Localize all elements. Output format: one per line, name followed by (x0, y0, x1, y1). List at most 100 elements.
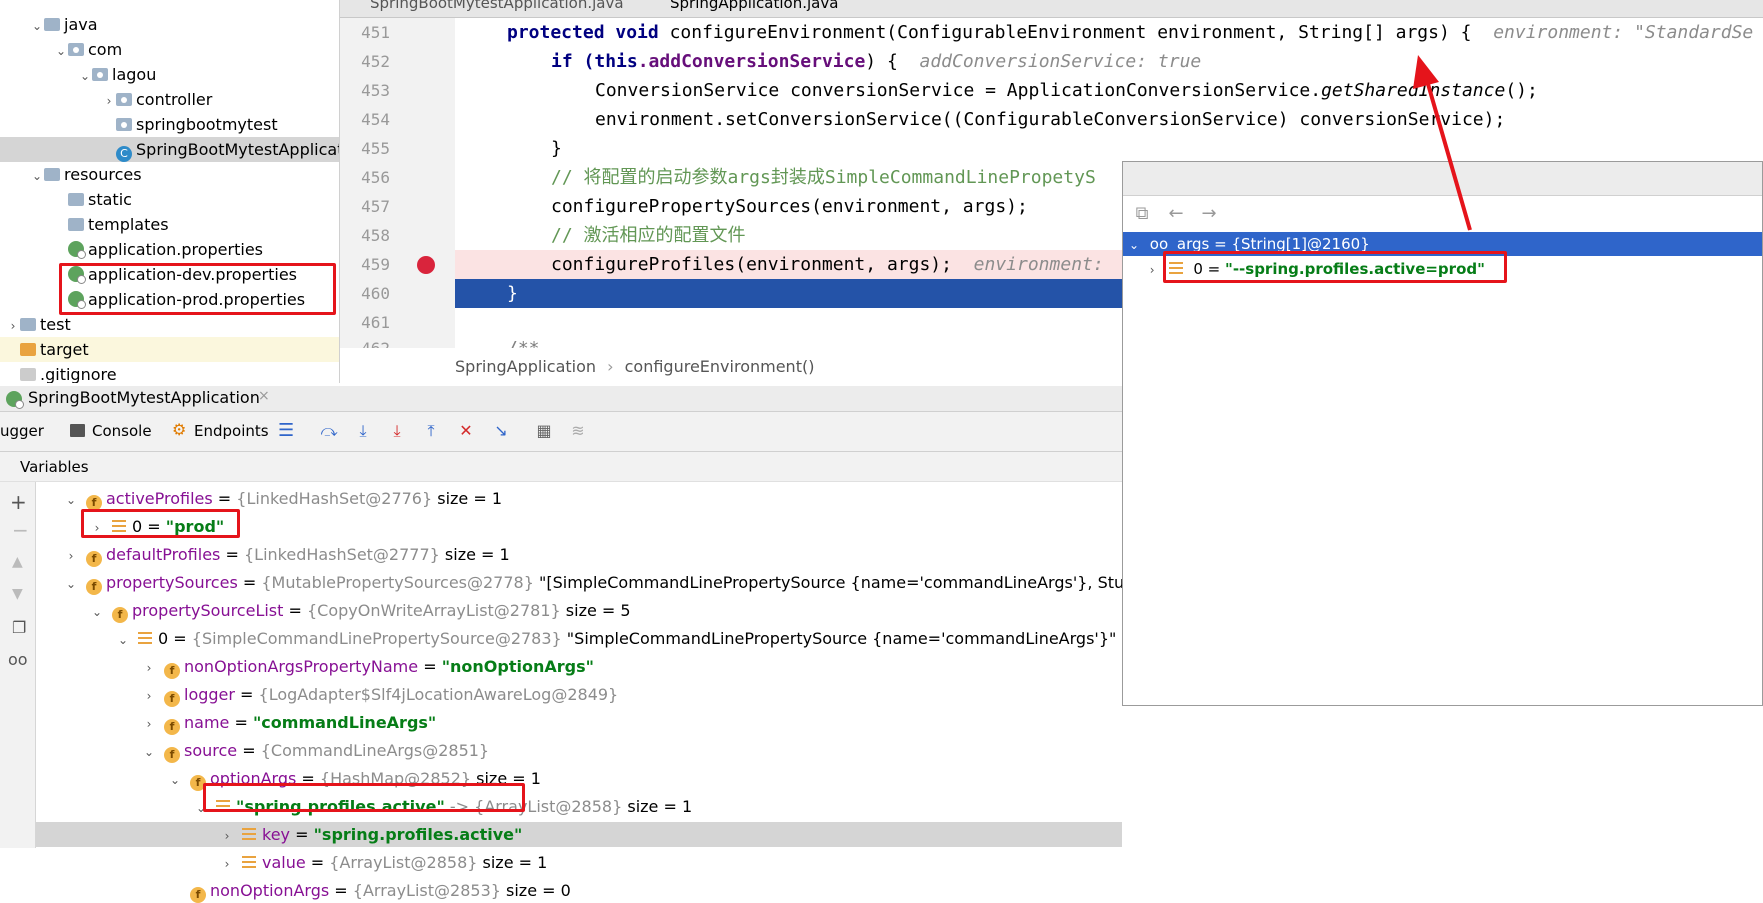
debug-session-tab[interactable]: SpringBootMytestApplication (28, 388, 260, 407)
tree-item[interactable]: ⌄ java (0, 12, 339, 39)
variable-row[interactable]: › value = {ArrayList@2858} size = 1 (36, 850, 1122, 875)
tree-item-label: target (40, 340, 89, 359)
variable-row[interactable]: ⌄ f activeProfiles = {LinkedHashSet@2776} … (36, 486, 1122, 511)
chevron-right-icon[interactable]: › (64, 544, 78, 569)
breadcrumb-class[interactable]: SpringApplication (455, 357, 596, 376)
watch-glasses-icon[interactable]: oo (8, 650, 28, 669)
show-execution-point-icon[interactable]: ⤼ (318, 420, 340, 442)
chevron-down-icon[interactable]: ⌄ (142, 740, 156, 765)
tab-debugger[interactable]: ugger (0, 422, 44, 440)
editor-tab-main-app[interactable]: SpringBootMytestApplication.java (370, 0, 624, 12)
chevron-down-icon[interactable]: ⌄ (64, 572, 78, 597)
tree-item[interactable]: springbootmytest (0, 112, 339, 137)
variable-row[interactable]: ⌄ f propertySourceList = {CopyOnWriteArray… (36, 598, 1122, 623)
field-icon: f (164, 663, 180, 679)
variable-equals: = (220, 545, 244, 564)
chevron-right-icon[interactable]: › (6, 314, 20, 339)
chevron-down-icon[interactable]: ⌄ (30, 164, 44, 189)
trace-icon[interactable]: ≋ (567, 420, 589, 442)
tree-item-label: .gitignore (40, 365, 117, 383)
folder-icon (68, 193, 84, 206)
code-keywords: protected void (507, 22, 670, 43)
chevron-right-icon[interactable]: › (220, 852, 234, 877)
chevron-right-icon[interactable]: › (102, 89, 116, 114)
variable-type: {LinkedHashSet@2776} (236, 489, 433, 508)
remove-icon[interactable]: − (12, 518, 29, 542)
tree-item[interactable]: .gitignore (0, 362, 339, 383)
chevron-down-icon[interactable]: ⌄ (116, 628, 130, 653)
popup-window-icon[interactable]: ⧉ (1131, 203, 1153, 225)
tree-item[interactable]: ⌄ resources (0, 162, 339, 189)
variable-row[interactable]: › key = "spring.profiles.active" (36, 822, 1122, 847)
close-icon[interactable]: × (258, 388, 270, 404)
step-into-icon[interactable]: ⤓ (386, 420, 408, 442)
down-icon[interactable]: ▼ (12, 586, 23, 602)
chevron-down-icon[interactable]: ⌄ (90, 600, 104, 625)
variable-extra: size = 1 (432, 489, 503, 508)
variable-extra: size = 0 (500, 881, 571, 900)
chevron-down-icon[interactable]: ⌄ (64, 488, 78, 513)
breadcrumb-method[interactable]: configureEnvironment() (625, 357, 815, 376)
variable-row[interactable]: ⌄ f propertySources = {MutablePropertySour… (36, 570, 1186, 597)
package-icon (116, 118, 132, 131)
evaluate-expression-icon[interactable]: ▦ (533, 420, 555, 442)
chevron-right-icon[interactable]: › (142, 656, 156, 681)
code-line-451[interactable]: protected void configureEnvironment(Conf… (455, 18, 1763, 47)
tree-item[interactable]: › test (0, 312, 339, 339)
tree-item[interactable]: target (0, 337, 339, 362)
variable-row[interactable]: ⌄ f source = {CommandLineArgs@2851} (36, 738, 1122, 763)
tree-item[interactable]: C SpringBootMytestApplicat (0, 137, 339, 162)
forward-icon[interactable]: → (1198, 203, 1220, 225)
annotation-arrow (1413, 55, 1472, 231)
chevron-down-icon[interactable]: ⌄ (78, 64, 92, 89)
tree-item[interactable]: ⌄ com (0, 37, 339, 64)
tree-item[interactable]: ⌄ lagou (0, 62, 339, 89)
tab-console[interactable]: Console (92, 422, 152, 440)
breakpoint-icon[interactable] (417, 256, 435, 274)
code-line-455[interactable]: } (455, 134, 1763, 163)
chevron-down-icon[interactable]: ⌄ (54, 39, 68, 64)
variable-row[interactable]: ⌄ f optionArgs = {HashMap@2852} size = 1 (36, 766, 1122, 791)
force-step-into-icon[interactable]: ⤒ (420, 420, 442, 442)
step-over-icon[interactable]: ⤓ (352, 420, 374, 442)
variable-row[interactable]: › f defaultProfiles = {LinkedHashSet@2777}… (36, 542, 1122, 567)
tree-item[interactable]: templates (0, 212, 339, 237)
field-icon: f (112, 607, 128, 623)
code-text: ConversionService conversionService = Ap… (595, 80, 1322, 101)
add-icon[interactable]: + (10, 490, 27, 514)
code-line-452[interactable]: if (this.addConversionService) { addConv… (455, 47, 1763, 76)
variable-row[interactable]: ⌄ 0 = {SimpleCommandLinePropertySource@27… (36, 626, 1122, 651)
variable-row[interactable]: ⌄ "spring.profiles.active" -> {ArrayList@… (36, 794, 1122, 819)
drop-frame-icon[interactable]: ✕ (455, 420, 477, 442)
code-text: } (551, 138, 562, 159)
variable-row[interactable]: › f nonOptionArgsPropertyName = "nonOption… (36, 654, 1122, 679)
variable-type: {MutablePropertySources@2778} (261, 573, 534, 592)
run-to-cursor-icon[interactable]: ↘ (490, 420, 512, 442)
copy-icon[interactable]: ❐ (12, 618, 26, 637)
highlight-box-key (203, 783, 525, 812)
menu-icon[interactable]: ☰ (278, 420, 294, 441)
tree-item[interactable]: application.properties (0, 237, 339, 262)
chevron-down-icon[interactable]: ⌄ (168, 768, 182, 793)
tree-item[interactable]: › controller (0, 87, 339, 114)
code-line-454[interactable]: environment.setConversionService((Config… (455, 105, 1763, 134)
tree-item-label: com (88, 40, 123, 59)
variable-row[interactable]: › f logger = {LogAdapter$Slf4jLocationAwar… (36, 682, 1122, 707)
up-icon[interactable]: ▲ (12, 554, 23, 570)
chevron-right-icon[interactable]: › (1150, 257, 1164, 283)
code-signature: configureEnvironment(ConfigurableEnviron… (669, 22, 1472, 43)
chevron-right-icon[interactable]: › (220, 824, 234, 849)
chevron-right-icon[interactable]: › (142, 712, 156, 737)
variable-row[interactable]: f nonOptionArgs = {ArrayList@2853} size =… (36, 878, 1122, 903)
chevron-down-icon[interactable]: ⌄ (1123, 233, 1145, 257)
tree-item[interactable]: static (0, 187, 339, 212)
code-field: .addConversionService (637, 51, 866, 72)
chevron-right-icon[interactable]: › (142, 684, 156, 709)
editor-tab-spring-application[interactable]: SpringApplication.java (670, 0, 838, 12)
chevron-down-icon[interactable]: ⌄ (30, 14, 44, 39)
tree-item-label: java (64, 15, 98, 34)
tab-endpoints[interactable]: Endpoints (194, 422, 269, 440)
back-icon[interactable]: ← (1165, 203, 1187, 225)
variable-row[interactable]: › f name = "commandLineArgs" (36, 710, 1122, 735)
code-line-453[interactable]: ConversionService conversionService = Ap… (455, 76, 1763, 105)
